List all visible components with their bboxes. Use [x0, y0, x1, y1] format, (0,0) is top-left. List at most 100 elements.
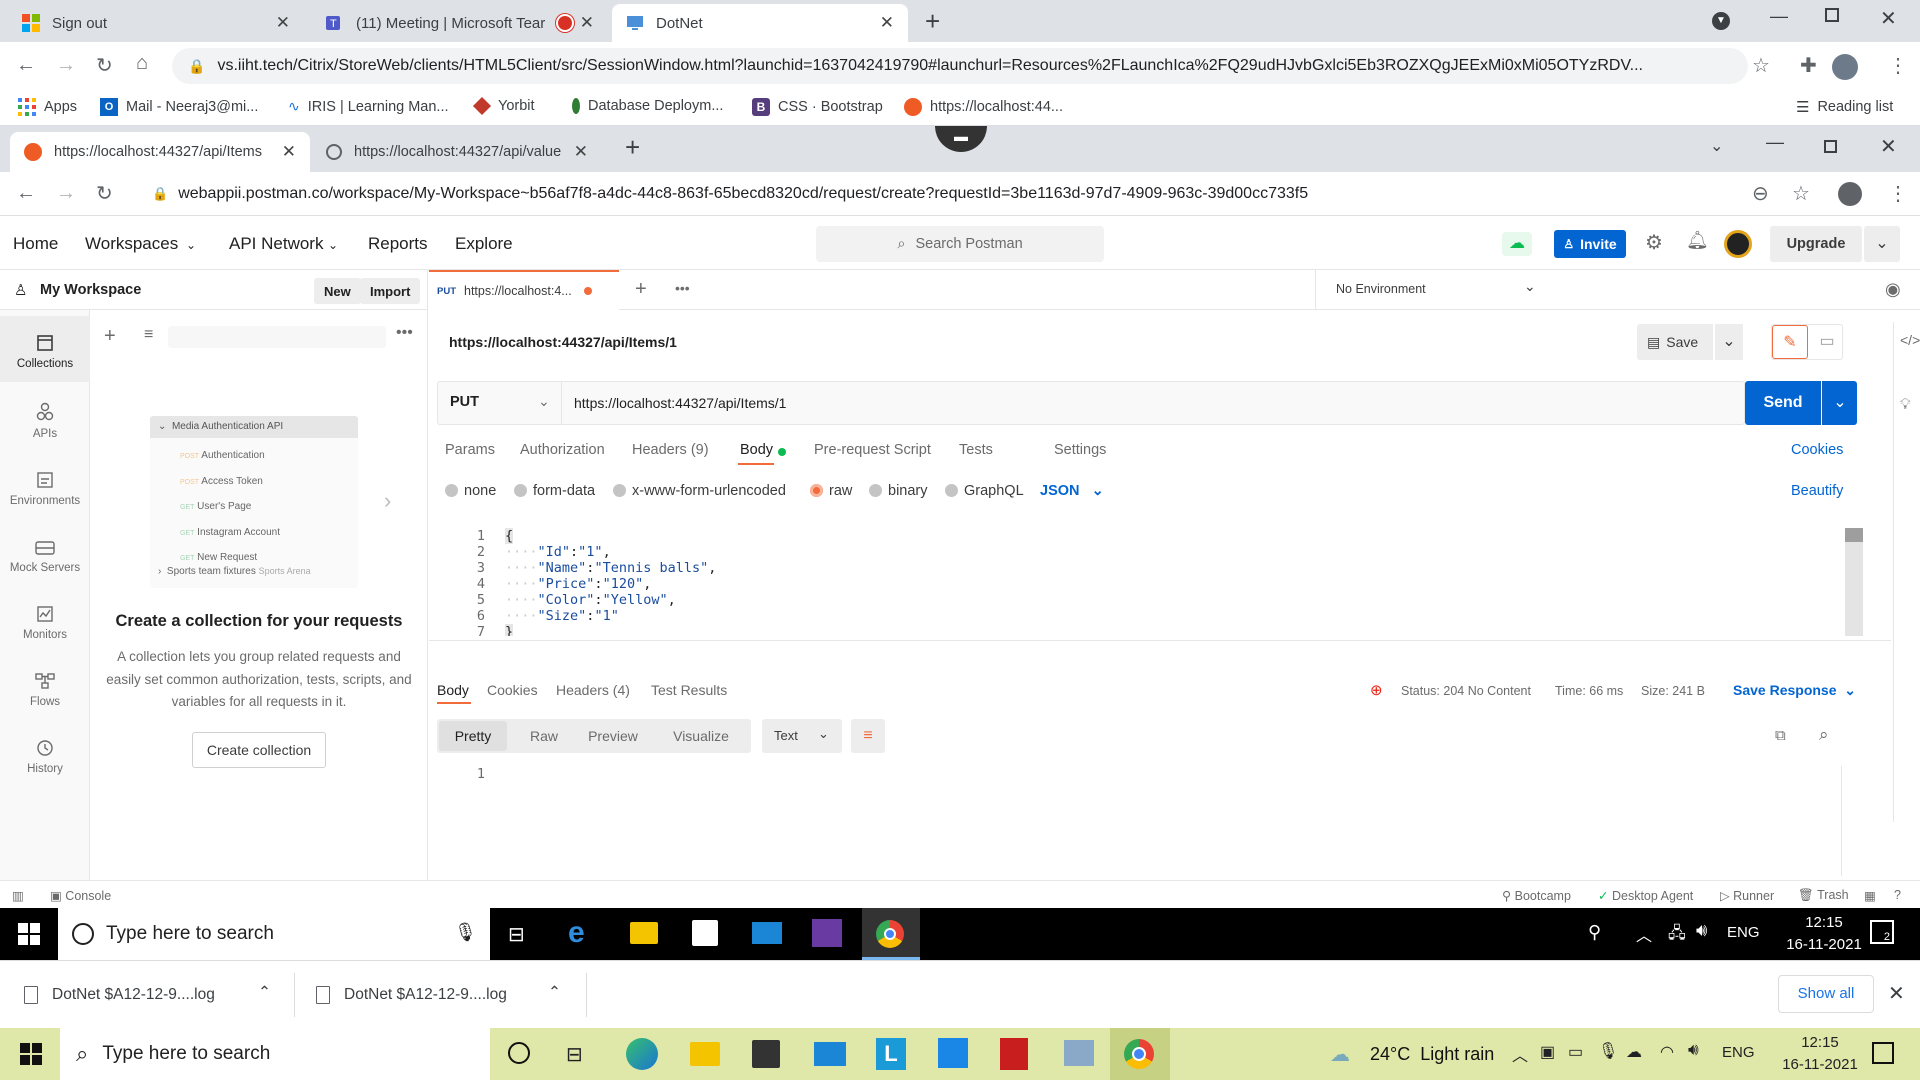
body-type-binary[interactable]: binary [869, 483, 928, 499]
tab-list-icon[interactable]: ⌄ [1710, 136, 1723, 156]
maximize-icon[interactable] [1824, 140, 1837, 153]
profile-avatar[interactable] [1838, 182, 1862, 206]
window-close-icon[interactable]: ✕ [1880, 6, 1897, 31]
bookmark-yorbit[interactable]: Yorbit [472, 96, 535, 116]
forward-icon[interactable]: → [56, 54, 76, 77]
upgrade-button[interactable]: Upgrade [1770, 226, 1862, 262]
import-button[interactable]: Import [360, 278, 421, 304]
weather-text[interactable]: 24°C Light rain [1370, 1044, 1494, 1065]
beautify-link[interactable]: Beautify [1791, 483, 1843, 499]
taskbar-time[interactable]: 12:15 [1778, 914, 1870, 931]
save-dropdown[interactable]: ⌄ [1715, 324, 1743, 360]
body-type-form-data[interactable]: form-data [514, 483, 595, 499]
lync-icon[interactable]: L [876, 1038, 906, 1070]
notification-center-icon[interactable] [1872, 1042, 1894, 1064]
rail-apis[interactable]: APIs [0, 386, 90, 452]
sidebar-toggle-icon[interactable]: ▥ [12, 888, 24, 903]
chevron-up-icon[interactable]: ︿ [1512, 1042, 1528, 1066]
chevron-up-icon[interactable]: ︿ [1636, 922, 1652, 946]
response-tab-cookies[interactable]: Cookies [487, 682, 538, 698]
rail-flows[interactable]: Flows [0, 654, 90, 720]
microphone-icon[interactable]: 🎙︎ [1598, 1041, 1618, 1061]
windows-start-icon[interactable] [18, 923, 40, 945]
taskbar-search[interactable]: Type here to search 🎙︎ [58, 908, 490, 960]
edge-icon[interactable] [626, 1038, 658, 1070]
add-icon[interactable]: + [104, 325, 116, 348]
mcafee-icon[interactable] [1000, 1038, 1028, 1070]
response-tab-test-results[interactable]: Test Results [651, 682, 727, 698]
window-close-icon[interactable]: ✕ [1880, 134, 1897, 159]
copy-icon[interactable]: ⧉ [1775, 727, 1786, 744]
device-icon[interactable]: ▣ [1540, 1042, 1555, 1062]
view-raw[interactable]: Raw [519, 721, 569, 751]
taskbar-date[interactable]: 16-11-2021 [1778, 936, 1870, 953]
request-tab[interactable]: PUT https://localhost:4... [429, 270, 619, 310]
edge-icon[interactable]: e [568, 916, 585, 950]
outer-tab-sign-out[interactable]: Sign out ✕ [8, 4, 304, 42]
cortana-icon[interactable] [508, 1042, 530, 1064]
close-icon[interactable]: ✕ [580, 13, 594, 33]
upgrade-dropdown[interactable]: ⌄ [1864, 226, 1900, 262]
outer-address-bar[interactable]: 🔒 vs.iiht.tech/Citrix/StoreWeb/clients/H… [172, 48, 1748, 84]
profile-avatar[interactable] [1832, 54, 1858, 80]
minimize-icon[interactable]: — [1766, 132, 1784, 153]
chevron-up-icon[interactable]: ⌃ [258, 983, 271, 1002]
visual-studio-icon[interactable] [812, 919, 842, 947]
inner-tab-values[interactable]: https://localhost:44327/api/value ✕ [312, 132, 602, 172]
nav-api-network[interactable]: API Network [229, 234, 323, 254]
nav-explore[interactable]: Explore [455, 234, 513, 254]
volume-icon[interactable]: 🔊︎ [1696, 920, 1707, 941]
maximize-icon[interactable] [1825, 8, 1839, 22]
tab-settings[interactable]: Settings [1054, 442, 1106, 458]
download-item[interactable]: DotNet $A12-12-9....log ⌃ [316, 979, 584, 1011]
bootcamp-link[interactable]: ⚲ Bootcamp [1502, 888, 1571, 903]
zoom-icon[interactable]: ⊖ [1752, 181, 1769, 206]
reload-icon[interactable]: ↻ [96, 181, 113, 206]
send-dropdown[interactable]: ⌄ [1822, 381, 1857, 425]
view-visualize[interactable]: Visualize [657, 721, 745, 751]
save-response-button[interactable]: Save Response ⌄ [1733, 682, 1856, 699]
windows-start-icon[interactable] [20, 1043, 42, 1065]
new-request-tab-icon[interactable]: + [635, 278, 647, 301]
tab-params[interactable]: Params [445, 442, 495, 458]
request-title[interactable]: https://localhost:44327/api/Items/1 [449, 334, 677, 350]
microphone-icon[interactable]: 🎙︎ [454, 922, 477, 943]
outer-tab-dotnet[interactable]: DotNet ✕ [612, 4, 908, 42]
tab-authorization[interactable]: Authorization [520, 442, 605, 458]
response-tab-body[interactable]: Body [437, 682, 469, 698]
response-scrollbar[interactable] [1841, 766, 1842, 876]
more-icon[interactable]: ••• [396, 324, 413, 342]
body-type-graphql[interactable]: GraphQL [945, 483, 1024, 499]
reload-icon[interactable]: ↻ [96, 53, 113, 78]
code-icon[interactable]: </> [1900, 332, 1920, 348]
layout-icon[interactable]: ▦ [1864, 888, 1876, 903]
store-icon[interactable] [752, 1040, 780, 1068]
cookies-link[interactable]: Cookies [1791, 442, 1843, 458]
network-icon[interactable]: 🖧︎ [1668, 922, 1686, 949]
bookmark-database[interactable]: Database Deploym... [572, 98, 723, 114]
bookmark-localhost[interactable]: https://localhost:44... [904, 98, 1063, 116]
back-icon[interactable]: ← [16, 54, 36, 77]
inner-tab-items[interactable]: https://localhost:44327/api/Items ✕ [10, 132, 310, 172]
bookmark-star-icon[interactable]: ☆ [1752, 53, 1770, 78]
bookmark-apps[interactable]: Apps [18, 98, 77, 116]
console-button[interactable]: ▣ Console [50, 888, 111, 903]
nav-workspaces[interactable]: Workspaces [85, 234, 178, 254]
environment-select[interactable]: No Environment ⌄ [1315, 270, 1553, 310]
chrome-taskbar-item[interactable] [1110, 1028, 1170, 1080]
desktop-agent-link[interactable]: ✓ Desktop Agent [1598, 888, 1693, 903]
filter-icon[interactable]: ≡ [144, 326, 153, 344]
view-format-select[interactable]: Text ⌄ [762, 719, 842, 753]
app-icon[interactable] [938, 1038, 968, 1068]
response-tab-headers[interactable]: Headers (4) [556, 682, 630, 698]
bookmark-bootstrap[interactable]: B CSS · Bootstrap [752, 98, 883, 116]
view-preview[interactable]: Preview [577, 721, 649, 751]
send-button[interactable]: Send [1745, 381, 1821, 425]
battery-icon[interactable]: ▭ [1568, 1042, 1583, 1062]
tab-pre-request-script[interactable]: Pre-request Script [814, 442, 931, 458]
host-time[interactable]: 12:15 [1770, 1034, 1870, 1051]
new-button[interactable]: New [314, 278, 361, 304]
host-date[interactable]: 16-11-2021 [1770, 1056, 1870, 1073]
menu-icon[interactable]: ⋮ [1888, 181, 1908, 206]
body-type-none[interactable]: none [445, 483, 496, 499]
